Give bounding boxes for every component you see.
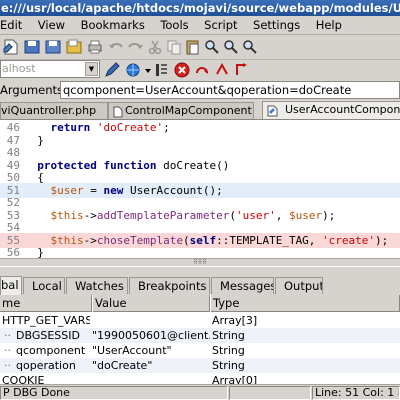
arguments-label: Arguments:: [0, 83, 67, 97]
table-cell-type: String: [212, 329, 245, 342]
file-tab-label: ControlMapComponent.php: [125, 104, 254, 117]
step-over-icon[interactable]: [193, 61, 211, 79]
file-tab-active[interactable]: UserAccountComponen: [262, 101, 400, 119]
tab-label: Breakpoints: [138, 279, 207, 293]
table-row[interactable]: HTTP_GET_VARS Array[3]: [0, 313, 400, 328]
tab-breakpoints[interactable]: Breakpoints: [129, 277, 210, 294]
table-row[interactable]: COOKIE Array[0]: [0, 373, 400, 384]
tab-messages[interactable]: Messages: [211, 277, 274, 294]
host-combo[interactable]: alhost ▼: [0, 60, 100, 78]
variables-table[interactable]: HTTP_GET_VARS Array[3] DBGSESSID ·· "1990050…: [0, 312, 400, 384]
save-icon[interactable]: [44, 38, 62, 56]
new-file-icon[interactable]: [2, 38, 20, 56]
column-value-header[interactable]: Value: [92, 295, 210, 312]
table-cell-type: String: [212, 344, 245, 357]
tab-label: Watches: [75, 279, 124, 293]
copy-icon[interactable]: [165, 38, 183, 56]
menu-script[interactable]: Script: [204, 16, 237, 34]
tab-label: Output: [284, 279, 323, 293]
table-row[interactable]: DBGSESSID ·· "1990050601@client... String: [0, 328, 400, 343]
open-file-icon[interactable]: [23, 38, 41, 56]
tree-connector-icon: ··: [4, 359, 11, 372]
menu-help[interactable]: Help: [316, 16, 342, 34]
menu-settings[interactable]: Settings: [253, 16, 300, 34]
main-toolbar: [0, 35, 400, 60]
menu-tools[interactable]: Tools: [160, 16, 188, 34]
tab-global[interactable]: bal: [0, 276, 22, 295]
menu-bar: Edit View Bookmarks Tools Script Setting…: [0, 16, 400, 35]
dropdown-arrow-icon[interactable]: [144, 63, 152, 81]
zoom-icon[interactable]: [241, 38, 259, 56]
tab-local[interactable]: Local: [23, 277, 65, 294]
globe-icon[interactable]: [124, 61, 142, 79]
code-line[interactable]: 56 }: [0, 245, 400, 258]
tab-label: Local: [32, 279, 62, 293]
tree-connector-icon: ··: [4, 344, 11, 357]
run-to-cursor-icon[interactable]: [233, 61, 251, 79]
file-tab-label: UserAccountComponen: [285, 103, 400, 116]
find-replace-icon[interactable]: [222, 38, 240, 56]
host-combo-value: alhost: [2, 62, 36, 75]
file-tab-bar: viQuantroller.php ControlMapComponent.ph…: [0, 100, 400, 120]
table-header: me Value Type: [0, 295, 400, 312]
app-window: { "window": {"title": "e:///usr/local/ap…: [0, 0, 400, 400]
table-cell-type: Array[3]: [212, 314, 258, 327]
save-all-icon[interactable]: [65, 38, 83, 56]
pane-splitter[interactable]: ⠿⠿⠿: [0, 258, 400, 266]
code-text: }: [24, 245, 44, 258]
tab-watches[interactable]: Watches: [66, 277, 128, 294]
table-cell-name: qcomponent: [16, 344, 86, 357]
cut-icon[interactable]: [146, 38, 164, 56]
tree-connector-icon: ··: [4, 329, 11, 342]
undo-icon[interactable]: [107, 38, 125, 56]
table-cell-value: [92, 313, 210, 328]
table-cell-name: HTTP_GET_VARS: [2, 314, 90, 327]
paste-icon[interactable]: [184, 38, 202, 56]
tab-output[interactable]: Output: [275, 277, 323, 294]
find-icon[interactable]: [203, 38, 221, 56]
table-row[interactable]: qoperation ·· "doCreate" String: [0, 358, 400, 373]
code-editor[interactable]: 46 return 'doCreate'; 47 } 48 49 protected …: [0, 120, 400, 258]
php-file-icon: [113, 106, 123, 118]
chevron-down-icon[interactable]: ▼: [85, 62, 98, 76]
window-title: e:///usr/local/apache/htdocs/mojavi/sour…: [0, 0, 400, 16]
step-out-icon[interactable]: [213, 61, 231, 79]
status-message: P DBG Done: [0, 386, 228, 400]
menu-edit[interactable]: Edit: [0, 16, 22, 34]
file-tab-label: viQuantroller.php: [1, 104, 97, 117]
table-cell-type: String: [212, 359, 245, 372]
status-bar: P DBG Done Line: 51 Col: 1 INS: [0, 384, 400, 400]
arguments-row: Arguments: qcomponent=UserAccount&qopera…: [0, 80, 400, 100]
status-cursor-position: Line: 51 Col: 1 INS: [312, 386, 400, 400]
tab-label: Messages: [220, 279, 274, 293]
menu-view[interactable]: View: [38, 16, 65, 34]
table-cell-value: [92, 373, 210, 384]
arguments-input[interactable]: qcomponent=UserAccount&qoperation=doCrea…: [60, 81, 400, 99]
table-cell-value: "doCreate": [92, 359, 153, 372]
debug-tab-bar: bal Local Watches Breakpoints Messages O…: [0, 266, 400, 295]
column-type-header[interactable]: Type: [210, 295, 400, 312]
php-file-icon: [267, 105, 278, 117]
table-row[interactable]: qcomponent ·· "UserAccount" String: [0, 343, 400, 358]
status-empty-panel: [229, 386, 311, 400]
column-name-header[interactable]: me: [0, 295, 92, 312]
table-cell-value: "UserAccount": [92, 344, 172, 357]
table-cell-type: Array[0]: [212, 374, 258, 384]
debug-toolbar: alhost ▼: [0, 60, 400, 80]
menu-bookmarks[interactable]: Bookmarks: [81, 16, 145, 34]
print-icon[interactable]: [86, 38, 104, 56]
table-cell-value: "1990050601@client...: [92, 329, 210, 342]
table-cell-name: DBGSESSID: [16, 329, 80, 342]
table-cell-name: COOKIE: [2, 374, 45, 384]
file-tab[interactable]: viQuantroller.php: [0, 102, 108, 119]
line-number: 56: [6, 246, 20, 258]
stop-icon[interactable]: [173, 61, 191, 79]
pencil-icon[interactable]: [103, 61, 121, 79]
code-token: }: [24, 246, 44, 258]
redo-icon[interactable]: [126, 38, 144, 56]
step-into-icon[interactable]: [153, 61, 171, 79]
file-tab[interactable]: ControlMapComponent.php: [108, 102, 254, 119]
table-cell-name: qoperation: [16, 359, 76, 372]
tab-label: bal: [1, 278, 19, 292]
